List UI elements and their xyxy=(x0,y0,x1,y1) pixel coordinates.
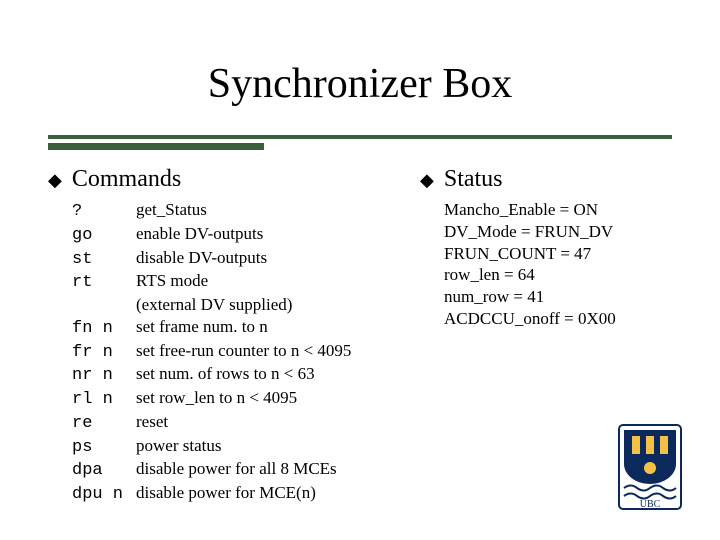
command-row: pspower status xyxy=(72,435,388,459)
commands-table: ?get_Status goenable DV-outputs stdisabl… xyxy=(72,199,388,506)
commands-column: ◆ Commands ?get_Status goenable DV-outpu… xyxy=(48,166,388,506)
command-desc: set free-run counter to n < 4095 xyxy=(136,340,351,362)
status-item: DV_Mode = FRUN_DV xyxy=(444,221,680,243)
status-item: Mancho_Enable = ON xyxy=(444,199,680,221)
command-code: fn n xyxy=(72,318,136,340)
bullet-icon: ◆ xyxy=(420,171,434,189)
ubc-logo-icon: UBC xyxy=(618,424,682,510)
command-code: nr n xyxy=(72,365,136,387)
content-columns: ◆ Commands ?get_Status goenable DV-outpu… xyxy=(48,166,672,506)
commands-heading: ◆ Commands xyxy=(48,166,388,193)
command-desc: get_Status xyxy=(136,199,207,221)
underline-thin xyxy=(48,135,672,139)
slide: Synchronizer Box ◆ Commands ?get_Status … xyxy=(0,0,720,540)
command-row: rtRTS mode xyxy=(72,270,388,294)
command-code: dpa xyxy=(72,460,136,482)
command-code: fr n xyxy=(72,342,136,364)
svg-text:UBC: UBC xyxy=(640,499,661,510)
status-item: row_len = 64 xyxy=(444,264,680,286)
command-desc: RTS mode xyxy=(136,270,208,292)
underline-thick xyxy=(48,143,264,150)
command-row: fr nset free-run counter to n < 4095 xyxy=(72,340,388,364)
command-row: dpadisable power for all 8 MCEs xyxy=(72,458,388,482)
command-desc: disable power for MCE(n) xyxy=(136,482,316,504)
command-row: fn nset frame num. to n xyxy=(72,316,388,340)
status-item: ACDCCU_onoff = 0X00 xyxy=(444,308,680,330)
command-row: nr nset num. of rows to n < 63 xyxy=(72,363,388,387)
status-item: FRUN_COUNT = 47 xyxy=(444,243,680,265)
command-desc: disable power for all 8 MCEs xyxy=(136,458,337,480)
command-code: st xyxy=(72,249,136,271)
command-code: rt xyxy=(72,272,136,294)
command-row: rereset xyxy=(72,411,388,435)
command-row: stdisable DV-outputs xyxy=(72,247,388,271)
status-item: num_row = 41 xyxy=(444,286,680,308)
command-code: ps xyxy=(72,437,136,459)
command-desc: power status xyxy=(136,435,221,457)
status-list: Mancho_Enable = ON DV_Mode = FRUN_DV FRU… xyxy=(444,199,680,330)
status-heading: ◆ Status xyxy=(420,166,680,193)
command-desc: enable DV-outputs xyxy=(136,223,263,245)
command-desc: set frame num. to n xyxy=(136,316,268,338)
command-code: go xyxy=(72,225,136,247)
title-underline xyxy=(48,135,672,151)
command-code: ? xyxy=(72,201,136,223)
command-desc: disable DV-outputs xyxy=(136,247,267,269)
command-desc: set row_len to n < 4095 xyxy=(136,387,297,409)
command-row: ?get_Status xyxy=(72,199,388,223)
command-row: rl nset row_len to n < 4095 xyxy=(72,387,388,411)
command-desc: (external DV supplied) xyxy=(136,294,292,316)
commands-heading-text: Commands xyxy=(72,166,181,193)
command-code: rl n xyxy=(72,389,136,411)
status-heading-text: Status xyxy=(444,166,503,193)
command-row: dpu ndisable power for MCE(n) xyxy=(72,482,388,506)
command-desc: set num. of rows to n < 63 xyxy=(136,363,315,385)
command-code: re xyxy=(72,413,136,435)
slide-title: Synchronizer Box xyxy=(0,60,720,108)
bullet-icon: ◆ xyxy=(48,171,62,189)
command-row: (external DV supplied) xyxy=(72,294,388,316)
command-desc: reset xyxy=(136,411,168,433)
command-row: goenable DV-outputs xyxy=(72,223,388,247)
command-code: dpu n xyxy=(72,484,136,506)
